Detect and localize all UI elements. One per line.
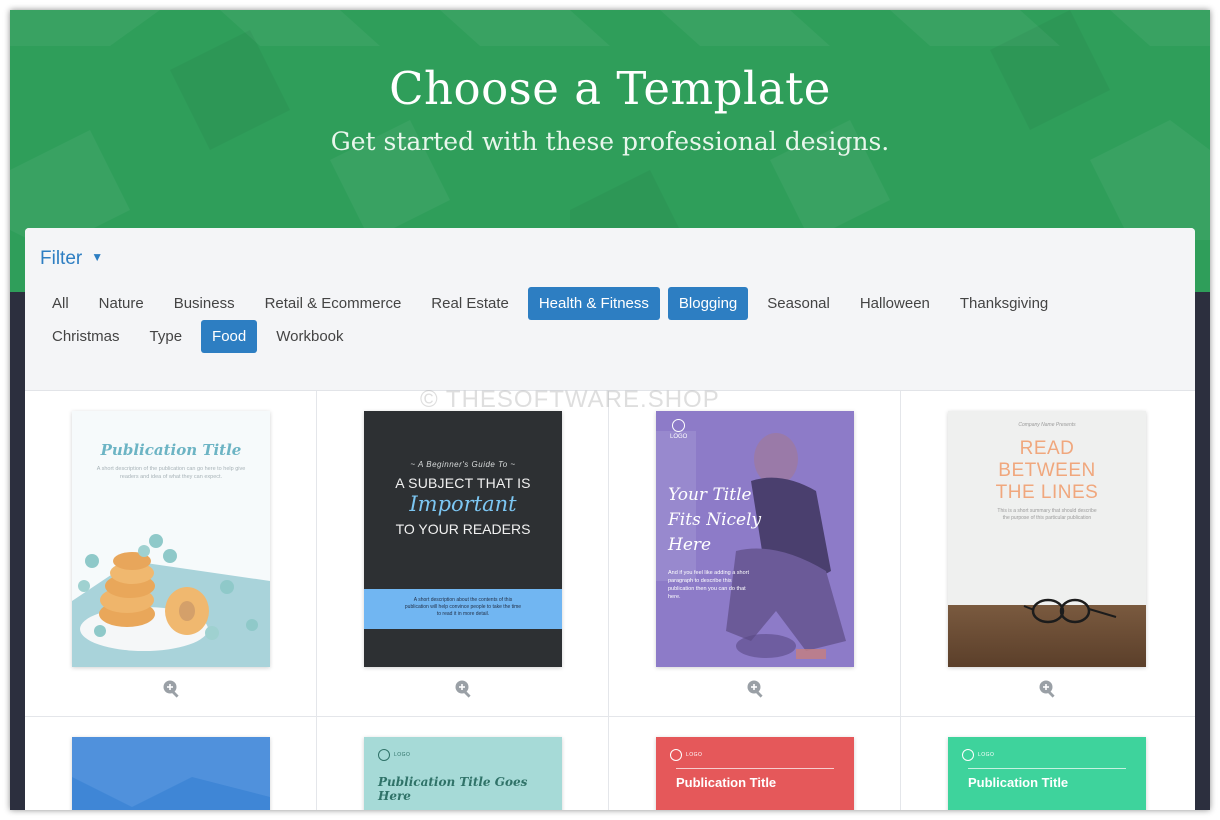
template-thumbnail-red[interactable]: LOGO Publication Title — [656, 737, 854, 810]
template-grid: Publication Title A short description of… — [25, 391, 1195, 810]
zoom-in-icon[interactable] — [454, 679, 474, 699]
template-cell — [25, 717, 317, 810]
template-description: A short description about the contents o… — [404, 597, 522, 617]
template-title: Publication Title Goes Here — [378, 775, 528, 803]
category-business[interactable]: Business — [163, 287, 246, 320]
template-cell: Publication Title A short description of… — [25, 391, 317, 717]
template-title: Publication Title — [676, 775, 777, 790]
template-thumbnail-green[interactable]: LOGO Publication Title — [948, 737, 1146, 810]
category-seasonal[interactable]: Seasonal — [756, 287, 841, 320]
zoom-in-icon[interactable] — [1038, 679, 1058, 699]
template-cell: LOGO Publication Title — [609, 717, 901, 810]
logo-mark: LOGO — [670, 749, 702, 761]
title-line: Your Title — [668, 485, 752, 505]
template-title: Your Title Fits Nicely Here — [668, 483, 761, 558]
filter-label: Filter — [40, 248, 83, 269]
page-title: Choose a Template — [389, 62, 831, 115]
logo-mark: LOGO — [962, 749, 994, 761]
template-cell: ~ A Beginner's Guide To ~ A SUBJECT THAT… — [317, 391, 609, 717]
logo-mark: LOGO — [670, 419, 687, 440]
logo-text: LOGO — [394, 752, 411, 758]
template-kicker: ~ A Beginner's Guide To ~ — [410, 460, 516, 469]
logo-text: LOGO — [686, 752, 703, 758]
category-nature[interactable]: Nature — [88, 287, 155, 320]
template-thumbnail-chalkboard[interactable]: ~ A Beginner's Guide To ~ A SUBJECT THAT… — [364, 411, 562, 667]
zoom-in-icon[interactable] — [162, 679, 182, 699]
filter-area: Filter ▼ All Nature Business Retail & Ec… — [25, 228, 1195, 391]
category-thanksgiving[interactable]: Thanksgiving — [949, 287, 1059, 320]
template-thumbnail-runner[interactable]: LOGO Your Title Fits Nicely Here And if … — [656, 411, 854, 667]
template-cell: Company Name Presents READ BETWEEN THE L… — [901, 391, 1195, 717]
zoom-in-icon[interactable] — [746, 679, 766, 699]
template-title-line: TO YOUR READERS — [395, 521, 531, 537]
category-row-2: Christmas Type Food Workbook — [41, 320, 1161, 353]
template-panel: Filter ▼ All Nature Business Retail & Ec… — [25, 228, 1195, 810]
logo-mark: LOGO — [378, 749, 410, 761]
category-type[interactable]: Type — [139, 320, 194, 353]
template-title-line: Important — [409, 492, 517, 516]
template-thumbnail-donuts[interactable]: Publication Title A short description of… — [72, 411, 270, 667]
logo-text: LOGO — [670, 434, 688, 440]
template-description: And if you feel like adding a short para… — [668, 570, 750, 600]
template-thumbnail-teal[interactable]: LOGO Publication Title Goes Here — [364, 737, 562, 810]
page-subtitle: Get started with these professional desi… — [330, 127, 890, 156]
category-workbook[interactable]: Workbook — [265, 320, 354, 353]
template-thumbnail-blue[interactable] — [72, 737, 270, 810]
template-cell: LOGO Your Title Fits Nicely Here And if … — [609, 391, 901, 717]
glasses-image — [1023, 598, 1117, 624]
title-line: Fits Nicely — [668, 510, 762, 530]
category-food[interactable]: Food — [201, 320, 258, 353]
category-row-1: All Nature Business Retail & Ecommerce R… — [41, 287, 1161, 320]
divider — [968, 768, 1126, 769]
category-filters: All Nature Business Retail & Ecommerce R… — [41, 287, 1161, 353]
category-christmas[interactable]: Christmas — [41, 320, 131, 353]
template-title-line: A SUBJECT THAT IS — [395, 475, 531, 491]
caret-down-icon: ▼ — [91, 250, 104, 264]
category-halloween[interactable]: Halloween — [849, 287, 941, 320]
category-real-estate[interactable]: Real Estate — [420, 287, 520, 320]
category-health-fitness[interactable]: Health & Fitness — [527, 287, 660, 320]
category-retail-ecommerce[interactable]: Retail & Ecommerce — [254, 287, 413, 320]
app-window: Choose a Template Get started with these… — [10, 10, 1210, 810]
blue-image — [72, 737, 270, 807]
template-title: Publication Title — [968, 775, 1069, 790]
donut-image — [72, 534, 270, 667]
divider — [676, 768, 834, 769]
template-thumbnail-glasses[interactable]: Company Name Presents READ BETWEEN THE L… — [948, 411, 1146, 667]
template-cell: LOGO Publication Title — [901, 717, 1195, 810]
logo-text: LOGO — [978, 752, 995, 758]
template-cell: LOGO Publication Title Goes Here — [317, 717, 609, 810]
title-line: Here — [668, 535, 712, 555]
category-blogging[interactable]: Blogging — [667, 287, 749, 320]
category-all[interactable]: All — [41, 287, 80, 320]
filter-toggle[interactable]: Filter ▼ — [40, 248, 103, 270]
